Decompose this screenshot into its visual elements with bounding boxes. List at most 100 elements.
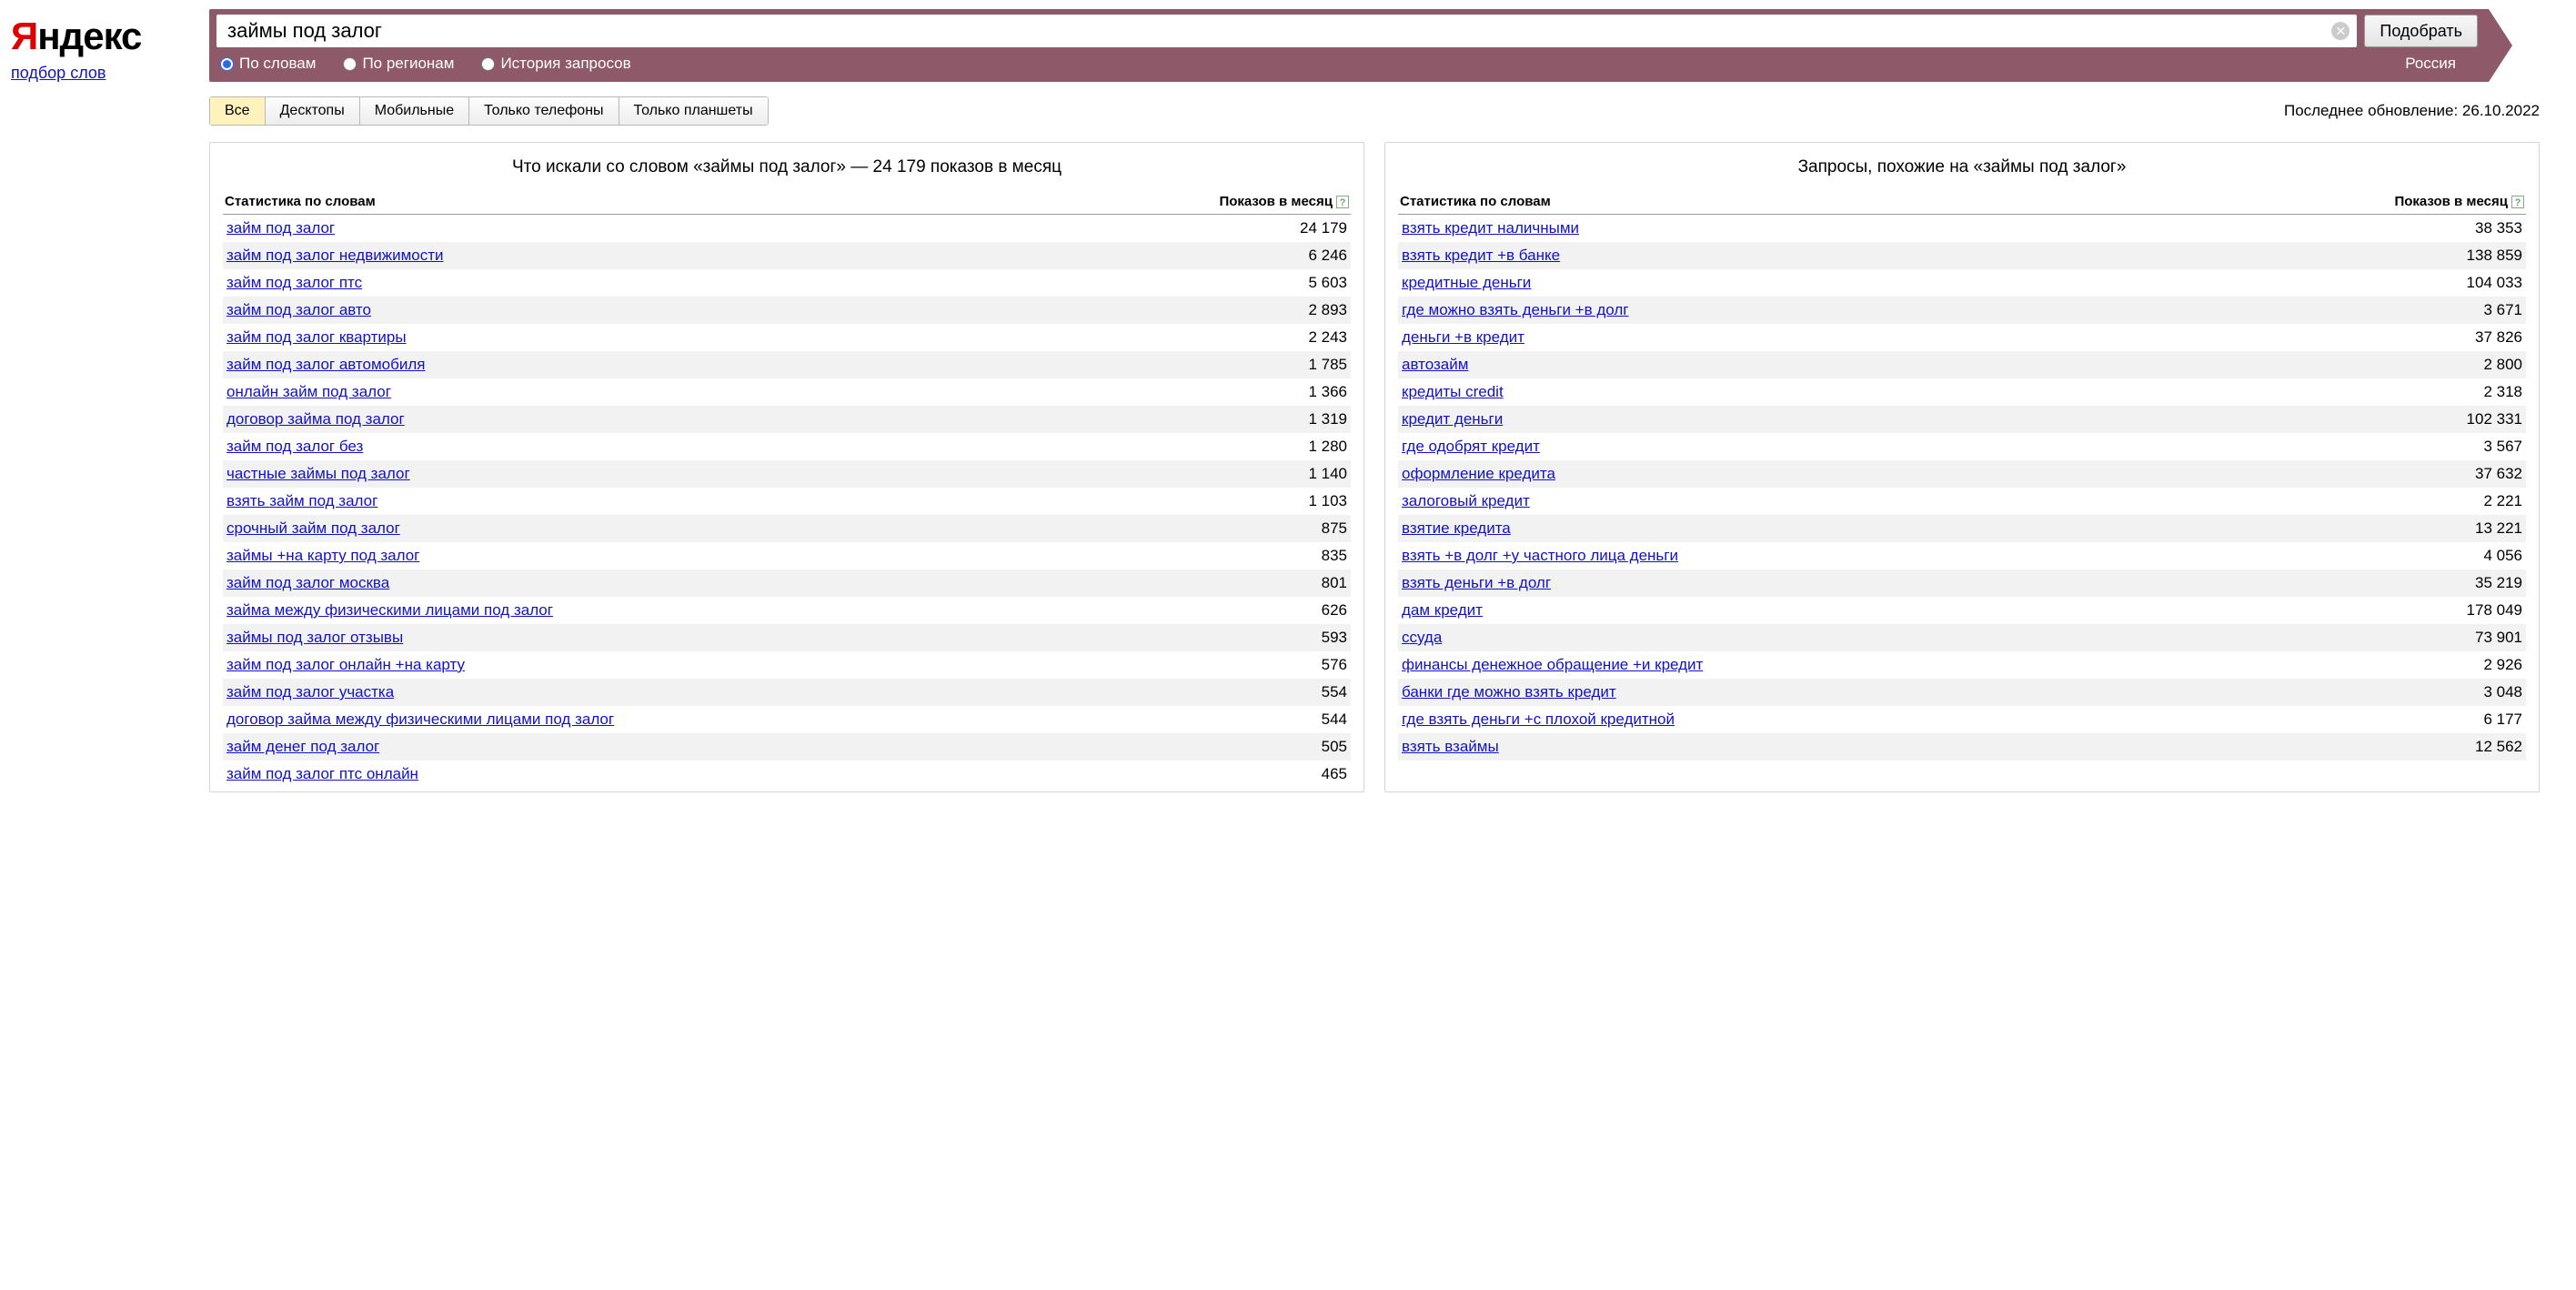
keyword-count: 2 893: [1308, 301, 1347, 319]
keyword-link[interactable]: займы под залог отзывы: [226, 629, 1322, 647]
table-row: оформление кредита37 632: [1398, 460, 2526, 488]
clear-icon[interactable]: ✕: [2331, 22, 2350, 40]
panel-related-title: Запросы, похожие на «займы под залог»: [1398, 157, 2526, 177]
mode-by-words[interactable]: По словам: [220, 55, 316, 73]
keyword-link[interactable]: частные займы под залог: [226, 465, 1308, 483]
region-selector[interactable]: Россия: [2405, 55, 2456, 73]
keyword-count: 544: [1322, 711, 1347, 729]
keyword-link[interactable]: срочный займ под залог: [226, 519, 1322, 538]
logo[interactable]: Яндекс: [11, 15, 209, 58]
panel-related-col-count: Показов в месяц: [2394, 194, 2508, 209]
keyword-link[interactable]: ссуда: [1402, 629, 2475, 647]
keyword-count: 2 318: [2483, 383, 2522, 401]
filter-tab[interactable]: Только телефоны: [469, 96, 619, 126]
keyword-link[interactable]: займ под залог квартиры: [226, 328, 1308, 347]
table-row: деньги +в кредит37 826: [1398, 324, 2526, 351]
table-row: займ под залог24 179: [223, 215, 1351, 242]
keyword-link[interactable]: займ под залог без: [226, 438, 1308, 456]
table-row: финансы денежное обращение +и кредит2 92…: [1398, 651, 2526, 679]
keyword-link[interactable]: займ под залог птс: [226, 274, 1308, 292]
keyword-link[interactable]: взять займ под залог: [226, 492, 1308, 510]
table-row: взять +в долг +у частного лица деньги4 0…: [1398, 542, 2526, 569]
keyword-link[interactable]: кредитные деньги: [1402, 274, 2467, 292]
keyword-link[interactable]: залоговый кредит: [1402, 492, 2483, 510]
table-row: займ под залог автомобиля1 785: [223, 351, 1351, 378]
table-row: займ под залог без1 280: [223, 433, 1351, 460]
filter-tab[interactable]: Десктопы: [266, 96, 360, 126]
keyword-link[interactable]: займ под залог авто: [226, 301, 1308, 319]
search-band: ✕ Подобрать По словам По регионам Истори…: [209, 9, 2512, 82]
keyword-count: 505: [1322, 738, 1347, 756]
keyword-count: 3 048: [2483, 683, 2522, 701]
keyword-link[interactable]: займы +на карту под залог: [226, 547, 1322, 565]
device-filter-tabs: ВсеДесктопыМобильныеТолько телефоныТольк…: [209, 96, 769, 126]
keyword-link[interactable]: взять кредит +в банке: [1402, 247, 2467, 265]
keyword-link[interactable]: займ под залог автомобиля: [226, 356, 1308, 374]
help-icon[interactable]: ?: [2511, 196, 2524, 208]
keyword-count: 37 632: [2475, 465, 2522, 483]
keyword-link[interactable]: взять кредит наличными: [1402, 219, 2475, 237]
panel-words-col-count: Показов в месяц: [1219, 194, 1333, 209]
table-row: где можно взять деньги +в долг3 671: [1398, 297, 2526, 324]
table-row: залоговый кредит2 221: [1398, 488, 2526, 515]
keyword-link[interactable]: дам кредит: [1402, 601, 2467, 620]
table-row: взять кредит +в банке138 859: [1398, 242, 2526, 269]
keyword-link[interactable]: где взять деньги +с плохой кредитной: [1402, 711, 2483, 729]
filter-tab[interactable]: Все: [209, 96, 266, 126]
keyword-link[interactable]: займ под залог участка: [226, 683, 1322, 701]
keyword-count: 3 567: [2483, 438, 2522, 456]
mode-by-regions-radio[interactable]: [343, 57, 357, 71]
keyword-count: 576: [1322, 656, 1347, 674]
mode-by-regions[interactable]: По регионам: [343, 55, 454, 73]
table-row: взять займ под залог1 103: [223, 488, 1351, 515]
keyword-link[interactable]: займ под залог недвижимости: [226, 247, 1308, 265]
help-icon[interactable]: ?: [1336, 196, 1349, 208]
keyword-link[interactable]: онлайн займ под залог: [226, 383, 1308, 401]
mode-history[interactable]: История запросов: [481, 55, 630, 73]
panel-words-title: Что искали со словом «займы под залог» —…: [223, 157, 1351, 177]
table-row: срочный займ под залог875: [223, 515, 1351, 542]
keyword-link[interactable]: взять взаймы: [1402, 738, 2475, 756]
filter-tab[interactable]: Только планшеты: [619, 96, 769, 126]
keyword-count: 12 562: [2475, 738, 2522, 756]
keyword-link[interactable]: банки где можно взять кредит: [1402, 683, 2483, 701]
mode-by-words-radio[interactable]: [220, 57, 234, 71]
keyword-link[interactable]: займ денег под залог: [226, 738, 1322, 756]
keyword-link[interactable]: займ под залог птс онлайн: [226, 765, 1322, 783]
keyword-count: 73 901: [2475, 629, 2522, 647]
keyword-link[interactable]: займа между физическими лицами под залог: [226, 601, 1322, 620]
keyword-link[interactable]: где одобрят кредит: [1402, 438, 2483, 456]
keyword-link[interactable]: оформление кредита: [1402, 465, 2475, 483]
keyword-link[interactable]: взять деньги +в долг: [1402, 574, 2475, 592]
table-row: взять кредит наличными38 353: [1398, 215, 2526, 242]
keyword-link[interactable]: займ под залог: [226, 219, 1300, 237]
keyword-link[interactable]: деньги +в кредит: [1402, 328, 2475, 347]
filter-tab[interactable]: Мобильные: [360, 96, 469, 126]
keyword-count: 13 221: [2475, 519, 2522, 538]
mode-history-label: История запросов: [500, 55, 630, 73]
keyword-link[interactable]: финансы денежное обращение +и кредит: [1402, 656, 2483, 674]
keyword-link[interactable]: автозайм: [1402, 356, 2483, 374]
keyword-count: 875: [1322, 519, 1347, 538]
table-row: займ под залог квартиры2 243: [223, 324, 1351, 351]
subservice-link[interactable]: подбор слов: [11, 64, 209, 83]
keyword-count: 2 243: [1308, 328, 1347, 347]
search-input[interactable]: [227, 15, 2326, 47]
keyword-link[interactable]: договор займа между физическими лицами п…: [226, 711, 1322, 729]
submit-button[interactable]: Подобрать: [2364, 15, 2478, 47]
keyword-link[interactable]: договор займа под залог: [226, 410, 1308, 428]
keyword-link[interactable]: взять +в долг +у частного лица деньги: [1402, 547, 2483, 565]
table-row: займ под залог птс онлайн465: [223, 761, 1351, 788]
mode-history-radio[interactable]: [481, 57, 495, 71]
keyword-link[interactable]: займ под залог москва: [226, 574, 1322, 592]
keyword-link[interactable]: взятие кредита: [1402, 519, 2475, 538]
keyword-link[interactable]: кредиты credit: [1402, 383, 2483, 401]
table-row: взять деньги +в долг35 219: [1398, 569, 2526, 597]
keyword-link[interactable]: кредит деньги: [1402, 410, 2467, 428]
keyword-count: 6 177: [2483, 711, 2522, 729]
table-row: займы +на карту под залог835: [223, 542, 1351, 569]
keyword-link[interactable]: где можно взять деньги +в долг: [1402, 301, 2483, 319]
keyword-link[interactable]: займ под залог онлайн +на карту: [226, 656, 1322, 674]
table-row: взятие кредита13 221: [1398, 515, 2526, 542]
keyword-count: 801: [1322, 574, 1347, 592]
